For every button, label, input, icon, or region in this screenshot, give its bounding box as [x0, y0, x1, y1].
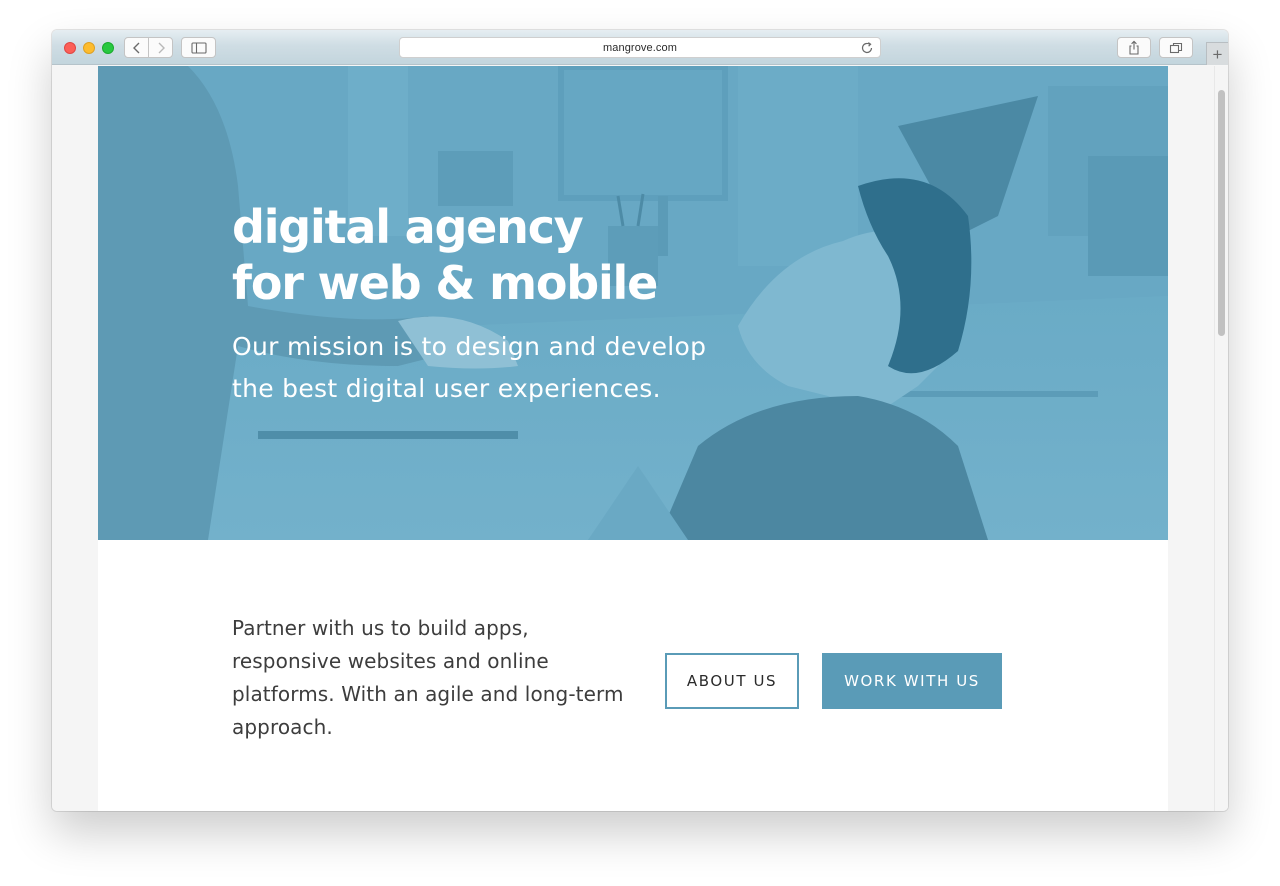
work-with-us-button[interactable]: WORK WITH US — [822, 653, 1002, 709]
reload-icon[interactable] — [860, 41, 874, 55]
url-text: mangrove.com — [603, 41, 677, 54]
scrollbar-thumb[interactable] — [1218, 90, 1225, 336]
browser-toolbar: mangrove.com + — [52, 30, 1228, 65]
hero-title: digital agency for web & mobile — [232, 199, 792, 311]
share-button[interactable] — [1117, 37, 1151, 58]
web-page: digital agency for web & mobile Our miss… — [98, 66, 1168, 811]
close-window-button[interactable] — [64, 42, 76, 54]
minimize-window-button[interactable] — [83, 42, 95, 54]
hero-title-line-1: digital agency — [232, 200, 584, 254]
share-icon — [1129, 40, 1139, 55]
new-tab-button[interactable]: + — [1206, 42, 1228, 65]
zoom-window-button[interactable] — [102, 42, 114, 54]
browser-window: mangrove.com + digital agency for web & … — [52, 30, 1228, 811]
address-bar[interactable]: mangrove.com — [399, 37, 881, 58]
forward-button[interactable] — [148, 37, 173, 58]
hero-title-line-2: for web & mobile — [232, 256, 658, 310]
sidebar-icon — [190, 41, 207, 54]
tabs-icon — [1169, 42, 1183, 53]
hero-subtitle-line-1: Our mission is to design and develop — [232, 332, 707, 361]
scrollbar[interactable] — [1214, 66, 1228, 811]
sidebar-toggle-button[interactable] — [181, 37, 216, 58]
chevron-left-icon — [132, 42, 139, 53]
hero-subtitle-line-2: the best digital user experiences. — [232, 374, 661, 403]
back-button[interactable] — [124, 37, 149, 58]
plus-icon: + — [1212, 44, 1223, 64]
about-us-button[interactable]: ABOUT US — [665, 653, 799, 709]
chevron-right-icon — [158, 42, 165, 53]
hero-section: digital agency for web & mobile Our miss… — [98, 66, 1168, 540]
browser-viewport: digital agency for web & mobile Our miss… — [52, 66, 1228, 811]
hero-subtitle: Our mission is to design and develop the… — [232, 326, 792, 410]
show-tabs-button[interactable] — [1159, 37, 1193, 58]
intro-text: Partner with us to build apps, responsiv… — [232, 616, 624, 739]
